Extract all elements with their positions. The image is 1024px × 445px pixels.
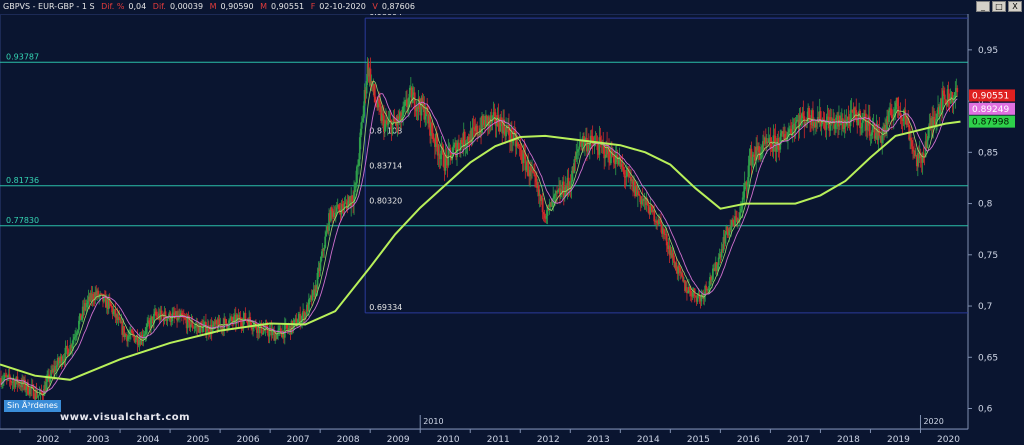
header-key: F [310, 2, 316, 11]
x-tick-label: 2020 [937, 435, 960, 445]
candle-body [268, 330, 271, 337]
candle-body [225, 318, 228, 324]
x-tick-label: 2014 [637, 435, 660, 445]
candle-body [458, 142, 460, 149]
candle-body [72, 339, 75, 345]
price-tag-label: 0.90551 [972, 91, 1009, 101]
candle-body [356, 166, 358, 183]
level-label: 0.80320 [369, 196, 402, 205]
price-tag-label: 0.89249 [972, 105, 1009, 115]
candle-body [360, 121, 363, 129]
candle-body [541, 197, 544, 213]
x-tick-label: 2019 [887, 435, 910, 445]
candle-body [888, 110, 890, 123]
x-tick-label: 2013 [587, 435, 610, 445]
fib-label: 0.77830 [6, 216, 39, 225]
header-key: Dif. % [101, 2, 125, 11]
candle-body [878, 128, 881, 137]
y-tick-label: 0,7 [978, 302, 992, 312]
x-tick-label: 2012 [537, 435, 560, 445]
x-marker-label: 2020 [923, 417, 943, 426]
header-key: M [260, 2, 268, 11]
header-value: 0,00039 [169, 2, 204, 11]
x-marker-label: 2010 [423, 417, 443, 426]
x-tick-label: 2009 [387, 435, 410, 445]
ma-long-line [0, 120, 961, 381]
x-tick-label: 2006 [237, 435, 260, 445]
x-tick-label: 2002 [37, 435, 60, 445]
y-tick-label: 0,95 [978, 46, 998, 56]
plot-frame [0, 14, 969, 430]
x-tick-label: 2015 [687, 435, 710, 445]
y-tick-label: 0,85 [978, 148, 998, 158]
level-label: 0.83714 [369, 162, 402, 171]
candle-body [324, 236, 327, 248]
range-label: 0.69334 [369, 303, 402, 312]
header-value: 0,87606 [381, 2, 415, 11]
x-tick-label: 2008 [337, 435, 360, 445]
header-value: 02-10-2020 [319, 2, 366, 11]
header-key: Dif. [152, 2, 166, 11]
candle-body [724, 234, 727, 244]
header-value: 0,90551 [271, 2, 305, 11]
x-tick-label: 2011 [487, 435, 510, 445]
symbol-label: GBPVS - EUR-GBP - 1 S [3, 2, 95, 11]
close-button[interactable]: X [1008, 1, 1022, 12]
x-tick-label: 2003 [87, 435, 110, 445]
y-tick-label: 0,75 [978, 251, 998, 261]
y-tick-label: 0,6 [978, 405, 993, 415]
candle-body [578, 146, 581, 150]
x-tick-label: 2007 [287, 435, 310, 445]
restore-button[interactable]: □ [992, 1, 1006, 12]
candle-body [926, 139, 929, 149]
price-chart[interactable]: 0,60,650,70,750,80,850,90,952002 2003 2004… [0, 14, 1024, 445]
x-tick-label: 2018 [837, 435, 860, 445]
candle-body [956, 88, 959, 93]
fib-label: 0.81736 [6, 176, 39, 185]
x-tick-label: 2017 [787, 435, 810, 445]
minimize-button[interactable]: _ [976, 1, 990, 12]
candle-body [780, 133, 783, 137]
header-value: 0,04 [128, 2, 147, 11]
header-key: V [372, 2, 378, 11]
fib-label: 0.93787 [6, 52, 39, 61]
window-controls: _ □ X [976, 1, 1022, 13]
x-tick-label: 2016 [737, 435, 760, 445]
range-label: 0.98094 [369, 14, 402, 17]
x-tick-label: 2004 [137, 435, 160, 445]
orders-button[interactable]: Sin Ã³rdenes [4, 400, 61, 412]
candle-body [943, 94, 946, 100]
price-tag-label: 0.87998 [972, 118, 1009, 128]
y-tick-label: 0,65 [978, 353, 998, 363]
x-tick-label: 2005 [187, 435, 210, 445]
candle-body [335, 207, 338, 213]
ma-short-line [0, 93, 958, 393]
y-tick-label: 0,8 [978, 200, 993, 210]
candle-body [319, 260, 322, 272]
chart-header: GBPVS - EUR-GBP - 1 S Dif. % 0,04 Dif. 0,0… [0, 0, 1024, 14]
candles [0, 57, 959, 405]
watermark: www.visualchart.com [60, 412, 191, 423]
header-key: M [209, 2, 217, 11]
header-value: 0,90590 [220, 2, 254, 11]
x-tick-label: 2010 [437, 435, 460, 445]
